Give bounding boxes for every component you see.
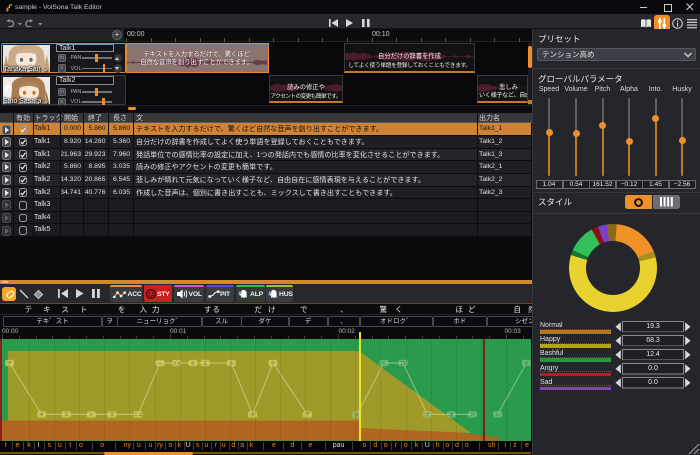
svg-text:ニュ: ニュ: [134, 412, 143, 417]
svg-text:ケ: ケ: [271, 360, 276, 366]
svg-text:ー: ー: [158, 361, 163, 366]
svg-text:キ: キ: [39, 412, 44, 417]
svg-text:ゼ: ゼ: [524, 360, 529, 366]
svg-text:ホ: ホ: [449, 412, 454, 417]
svg-text:ト: ト: [89, 412, 94, 417]
svg-text:ド: ド: [382, 361, 387, 366]
svg-text:ス: ス: [64, 412, 69, 417]
svg-text:ド: ド: [470, 412, 475, 417]
svg-text:シ: シ: [495, 412, 500, 417]
